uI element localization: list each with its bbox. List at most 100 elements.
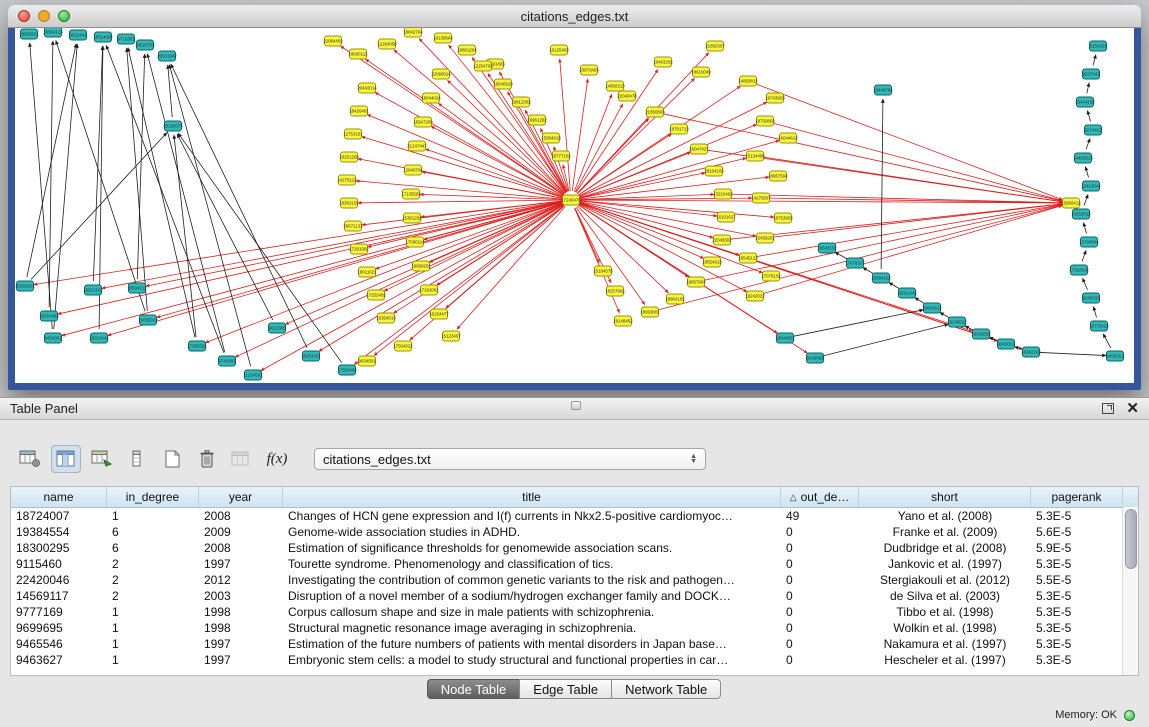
- table-row[interactable]: 911546021997Tourette syndrome. Phenomeno…: [11, 556, 1138, 572]
- graph-node[interactable]: 19055022: [138, 315, 158, 325]
- graph-node[interactable]: 16354013: [376, 313, 396, 323]
- table-row[interactable]: 1872400712008Changes of HCN gene express…: [11, 508, 1138, 524]
- graph-node[interactable]: 16547209: [413, 117, 433, 127]
- graph-node[interactable]: 14153012: [1071, 209, 1091, 219]
- graph-node[interactable]: 18514004: [93, 32, 113, 42]
- table-row[interactable]: 969969511998Structural magnetic resonanc…: [11, 620, 1138, 636]
- graph-node[interactable]: 18363102: [339, 198, 359, 208]
- graph-node[interactable]: 18545122: [738, 253, 758, 263]
- graph-node[interactable]: 17162001: [419, 285, 439, 295]
- graph-node[interactable]: 19861204: [457, 45, 477, 55]
- graph-node[interactable]: 16463202: [653, 57, 673, 67]
- graph-node[interactable]: 19099202: [411, 261, 431, 271]
- graph-node[interactable]: 15184575: [593, 266, 613, 276]
- column-header-short[interactable]: short: [859, 487, 1031, 507]
- graph-node[interactable]: 10973403: [579, 65, 599, 75]
- close-panel-icon[interactable]: ✕: [1126, 401, 1139, 416]
- memory-status-icon[interactable]: [1124, 710, 1135, 721]
- table-scrollbar[interactable]: [1122, 507, 1138, 675]
- graph-node[interactable]: 18063801: [640, 307, 660, 317]
- float-panel-icon[interactable]: [1102, 403, 1114, 414]
- table-row[interactable]: 2242004622012Investigating the contribut…: [11, 572, 1138, 588]
- graph-node[interactable]: 16342102: [1021, 347, 1041, 357]
- graph-node[interactable]: 18257902: [605, 286, 625, 296]
- graph-node[interactable]: 18342002: [971, 329, 991, 339]
- minimize-window-button[interactable]: [38, 10, 50, 22]
- graph-node[interactable]: 9245066: [806, 353, 824, 363]
- graph-node[interactable]: 9612355: [268, 323, 286, 333]
- graph-node[interactable]: 9652441: [69, 30, 87, 40]
- graph-node[interactable]: 18251202: [339, 152, 359, 162]
- network-view[interactable]: 1724047618563921185641239652441185140049…: [15, 28, 1134, 383]
- graph-node[interactable]: 9245012: [997, 339, 1015, 349]
- table-row[interactable]: 946554611997Estimation of the future num…: [11, 636, 1138, 652]
- window-titlebar[interactable]: citations_edges.txt: [8, 5, 1141, 28]
- graph-node[interactable]: 18610049: [691, 67, 711, 77]
- column-header-year[interactable]: year: [199, 487, 283, 507]
- graph-node[interactable]: 9742902: [218, 356, 236, 366]
- graph-node[interactable]: 15301202: [402, 213, 422, 223]
- graph-node[interactable]: 18791713: [669, 124, 689, 134]
- graph-node[interactable]: 14850313: [605, 81, 625, 91]
- graph-node[interactable]: 15510102: [83, 285, 103, 295]
- graph-node[interactable]: 20165073: [163, 121, 183, 131]
- graph-node[interactable]: 18164103: [704, 166, 724, 176]
- graph-node[interactable]: 16520702: [135, 40, 155, 50]
- table-mode-icon[interactable]: [16, 446, 44, 472]
- column-header-in_degree[interactable]: in_degree: [107, 487, 199, 507]
- graph-node[interactable]: 16864102: [665, 294, 685, 304]
- graph-node[interactable]: 20531942: [157, 51, 177, 61]
- column-header-name[interactable]: name: [11, 487, 107, 507]
- merge-table-icon[interactable]: [228, 446, 256, 472]
- graph-node[interactable]: 12704544: [1079, 237, 1099, 247]
- graph-node[interactable]: 18753903: [773, 213, 793, 223]
- graph-node[interactable]: 18044501: [775, 333, 795, 343]
- graph-node[interactable]: 17679107: [845, 258, 865, 268]
- graph-node[interactable]: 19012442: [897, 288, 917, 298]
- graph-node[interactable]: 16139604: [433, 33, 453, 43]
- graph-node[interactable]: 18420401: [349, 106, 369, 116]
- graph-node[interactable]: 17504022: [393, 341, 413, 351]
- graph-node[interactable]: 21850803: [645, 107, 665, 117]
- graph-node[interactable]: 17135502: [401, 189, 421, 199]
- zoom-window-button[interactable]: [58, 10, 70, 22]
- tab-network-table[interactable]: Network Table: [611, 679, 721, 699]
- graph-node[interactable]: 16154477: [429, 309, 449, 319]
- column-header-pagerank[interactable]: pagerank: [1031, 487, 1123, 507]
- graph-node[interactable]: 18957504: [768, 171, 788, 181]
- column-header-title[interactable]: title: [283, 487, 781, 507]
- graph-node[interactable]: 12264058: [377, 39, 397, 49]
- graph-node[interactable]: 15958412: [1061, 198, 1081, 208]
- graph-node[interactable]: 20442014: [357, 83, 377, 93]
- graph-node[interactable]: 15894102: [871, 273, 891, 283]
- table-row[interactable]: 1830029562008Estimation of significance …: [11, 540, 1138, 556]
- graph-node[interactable]: 11234501: [243, 370, 263, 380]
- table-row[interactable]: 1456911722003Disruption of a novel membe…: [11, 588, 1138, 604]
- graph-node[interactable]: 18044024: [421, 93, 441, 103]
- graph-node[interactable]: 14453013: [1073, 153, 1093, 163]
- graph-node[interactable]: 17252402: [366, 290, 386, 300]
- graph-node[interactable]: 18842764: [403, 28, 423, 37]
- close-window-button[interactable]: [18, 10, 30, 22]
- tab-node-table[interactable]: Node Table: [427, 679, 521, 699]
- graph-node[interactable]: 9450012: [1106, 351, 1124, 361]
- graph-node[interactable]: 19013442: [89, 333, 109, 343]
- graph-node[interactable]: 19812302: [511, 97, 531, 107]
- graph-node[interactable]: 18600112: [348, 49, 368, 59]
- graph-node[interactable]: 18554913: [702, 257, 722, 267]
- graph-node[interactable]: 12753101: [343, 129, 363, 139]
- graph-node[interactable]: 16961262: [527, 115, 547, 125]
- graph-node[interactable]: 17090114: [405, 237, 425, 247]
- delete-table-icon[interactable]: [193, 446, 221, 472]
- table-scrollbar-thumb[interactable]: [1125, 509, 1137, 569]
- graph-node[interactable]: 9715301: [117, 34, 135, 44]
- graph-node[interactable]: 17554402: [337, 365, 357, 375]
- graph-node[interactable]: 22040478: [617, 91, 637, 101]
- graph-node[interactable]: 16047427: [689, 144, 709, 154]
- graph-node[interactable]: 22048302: [712, 235, 732, 245]
- graph-node[interactable]: 9454301: [44, 333, 62, 343]
- graph-node[interactable]: 17240476: [561, 195, 581, 205]
- graph-node[interactable]: 17079102: [761, 271, 781, 281]
- panel-resize-grip[interactable]: [571, 401, 581, 410]
- function-builder-icon[interactable]: f(x): [263, 446, 291, 472]
